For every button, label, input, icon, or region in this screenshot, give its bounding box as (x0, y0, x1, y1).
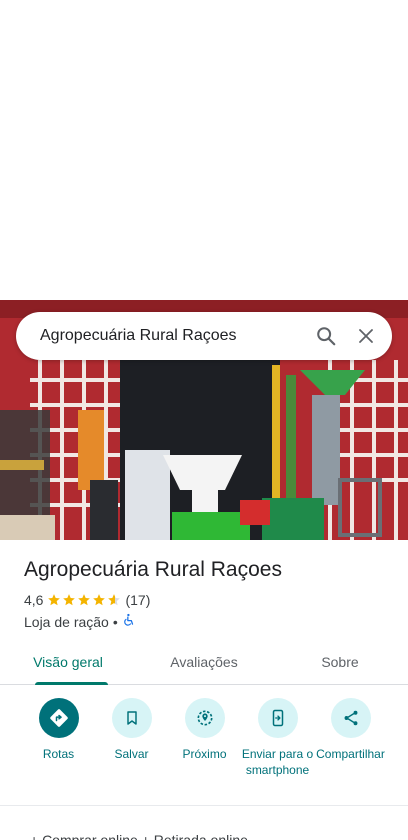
separator-dot: • (112, 613, 118, 630)
rating-value: 4,6 (24, 592, 44, 608)
search-bar[interactable]: Agropecuária Rural Raçoes (16, 312, 392, 360)
review-count[interactable]: (17) (125, 592, 150, 608)
tab-about[interactable]: Sobre (272, 640, 408, 684)
close-icon[interactable] (346, 316, 386, 356)
star-icon (48, 594, 61, 606)
nearby-button[interactable]: Próximo (168, 698, 241, 802)
rating-row[interactable]: 4,6 (17) (24, 592, 150, 608)
directions-label: Rotas (42, 747, 75, 761)
rating-stars (47, 593, 121, 607)
tab-overview[interactable]: Visão geral (0, 640, 136, 685)
bookmark-icon[interactable] (111, 698, 152, 738)
nearby-label: Próximo (182, 747, 227, 761)
place-title: Agropecuária Rural Raçoes (24, 558, 282, 581)
tab-reviews[interactable]: Avaliações (136, 640, 272, 684)
save-button[interactable]: Salvar (95, 698, 168, 802)
category-row: Loja de ração • (24, 613, 136, 630)
half-star-icon (108, 594, 121, 606)
directions-icon[interactable] (38, 698, 79, 738)
star-icon (78, 594, 91, 606)
search-icon[interactable] (306, 316, 346, 356)
action-buttons: Rotas Salvar Próximo Enviar para o smart… (0, 698, 408, 802)
nearby-icon[interactable] (184, 698, 225, 738)
place-category: Loja de ração (24, 613, 109, 630)
send-to-phone-button[interactable]: Enviar para o smartphone (241, 698, 314, 802)
share-label: Compartilhar (316, 747, 385, 761)
share-icon[interactable] (330, 698, 371, 738)
share-button[interactable]: Compartilhar (314, 698, 387, 802)
star-icon (93, 594, 106, 606)
search-input[interactable]: Agropecuária Rural Raçoes (40, 327, 306, 345)
place-tabs: Visão geral Avaliações Sobre (0, 640, 408, 685)
directions-button[interactable]: Rotas (22, 698, 95, 802)
send-to-phone-label: Enviar para o smartphone (241, 747, 314, 777)
send-to-phone-icon[interactable] (257, 698, 298, 738)
wheelchair-accessible-icon (122, 613, 136, 630)
save-label: Salvar (114, 747, 149, 761)
service-options: + Comprar online + Retirada online (30, 832, 248, 840)
map-blank-area (0, 0, 408, 300)
section-divider (0, 805, 408, 806)
star-icon (63, 594, 76, 606)
